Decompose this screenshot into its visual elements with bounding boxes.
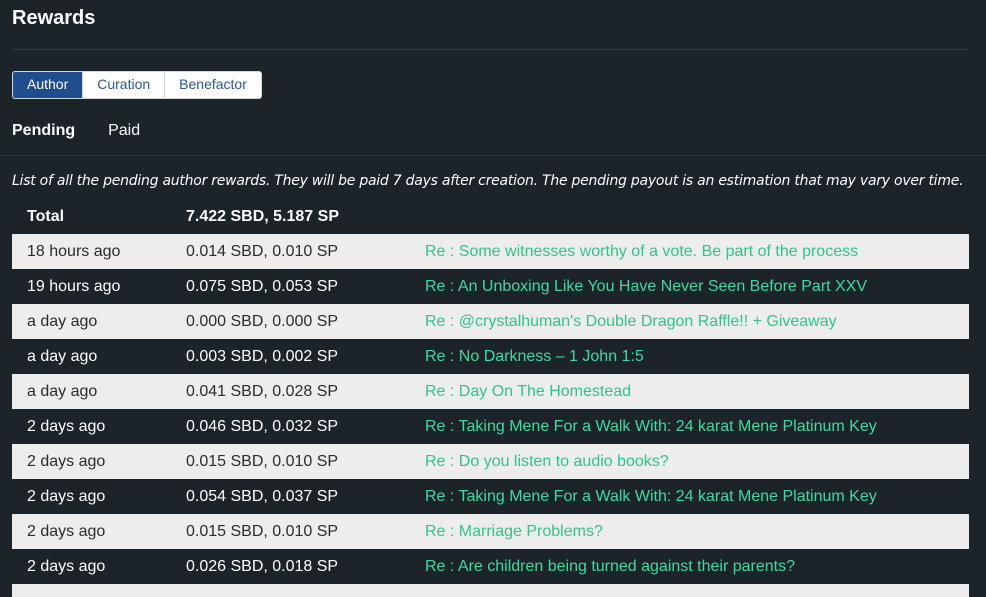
table-row: a day ago 0.041 SBD, 0.028 SP Re : Day O… <box>12 374 969 409</box>
table-row: 2 days ago 0.015 SBD, 0.010 SP Re : Marr… <box>12 514 969 549</box>
subtabs-divider <box>0 155 986 156</box>
subtab-pending[interactable]: Pending <box>12 122 75 140</box>
reward-time: 2 days ago <box>27 522 106 540</box>
post-link[interactable]: Re : Marriage Problems? <box>425 523 603 541</box>
table-row: a day ago 0.000 SBD, 0.000 SP Re : @crys… <box>12 304 969 339</box>
reward-time: a day ago <box>27 312 98 330</box>
reward-time: a day ago <box>27 382 98 400</box>
rewards-description: List of all the pending author rewards. … <box>12 173 964 189</box>
post-link[interactable]: Re : An Unboxing Like You Have Never See… <box>425 278 867 296</box>
reward-type-tabs: Author Curation Benefactor <box>12 71 262 99</box>
tab-author[interactable]: Author <box>13 72 83 98</box>
subtab-paid[interactable]: Paid <box>108 122 140 140</box>
reward-time: a day ago <box>27 347 98 365</box>
table-row: 2 days ago 0.026 SBD, 0.018 SP Re : Are … <box>12 549 969 584</box>
post-link[interactable]: Re : Are children being turned against t… <box>425 558 795 576</box>
reward-amount: 0.000 SBD, 0.000 SP <box>186 312 339 330</box>
reward-amount: 0.026 SBD, 0.018 SP <box>186 557 339 575</box>
payout-status-tabs: Pending Paid <box>12 122 173 140</box>
reward-time: 2 days ago <box>27 417 106 435</box>
reward-amount: 0.046 SBD, 0.032 SP <box>186 417 339 435</box>
post-link[interactable]: Re : Do you listen to audio books? <box>425 453 669 471</box>
reward-amount: 0.014 SBD, 0.010 SP <box>186 242 339 260</box>
reward-amount: 0.015 SBD, 0.010 SP <box>186 522 339 540</box>
total-label: Total <box>27 207 65 225</box>
table-row: 18 hours ago 0.014 SBD, 0.010 SP Re : So… <box>12 234 969 269</box>
reward-amount: 0.054 SBD, 0.037 SP <box>186 487 339 505</box>
reward-amount: 0.041 SBD, 0.028 SP <box>186 382 339 400</box>
tab-benefactor[interactable]: Benefactor <box>164 72 261 98</box>
reward-amount: 0.003 SBD, 0.002 SP <box>186 347 339 365</box>
post-link[interactable]: Re : No Darkness – 1 John 1:5 <box>425 348 644 366</box>
rewards-table: Total 7.422 SBD, 5.187 SP 18 hours ago 0… <box>12 199 969 597</box>
title-divider <box>12 49 968 50</box>
post-link[interactable]: Re : Taking Mene For a Walk With: 24 kar… <box>425 418 877 436</box>
table-row: 2 days ago 0.054 SBD, 0.037 SP Re : Taki… <box>12 479 969 514</box>
table-row-partial <box>12 584 969 597</box>
table-row: 2 days ago 0.015 SBD, 0.010 SP Re : Do y… <box>12 444 969 479</box>
reward-time: 2 days ago <box>27 557 106 575</box>
post-link[interactable]: Re : Taking Mene For a Walk With: 24 kar… <box>425 488 877 506</box>
reward-amount: 0.015 SBD, 0.010 SP <box>186 452 339 470</box>
reward-time: 2 days ago <box>27 452 106 470</box>
reward-time: 19 hours ago <box>27 277 121 295</box>
post-link[interactable]: Re : Day On The Homestead <box>425 383 631 401</box>
total-row: Total 7.422 SBD, 5.187 SP <box>12 199 969 234</box>
table-row: 19 hours ago 0.075 SBD, 0.053 SP Re : An… <box>12 269 969 304</box>
table-row: 2 days ago 0.046 SBD, 0.032 SP Re : Taki… <box>12 409 969 444</box>
total-value: 7.422 SBD, 5.187 SP <box>186 207 339 225</box>
page-title: Rewards <box>12 7 96 29</box>
post-link[interactable]: Re : Some witnesses worthy of a vote. Be… <box>425 243 858 261</box>
reward-time: 2 days ago <box>27 487 106 505</box>
tab-curation[interactable]: Curation <box>82 72 165 98</box>
reward-amount: 0.075 SBD, 0.053 SP <box>186 277 339 295</box>
post-link[interactable]: Re : @crystalhuman's Double Dragon Raffl… <box>425 313 837 331</box>
table-row: a day ago 0.003 SBD, 0.002 SP Re : No Da… <box>12 339 969 374</box>
reward-time: 18 hours ago <box>27 242 121 260</box>
